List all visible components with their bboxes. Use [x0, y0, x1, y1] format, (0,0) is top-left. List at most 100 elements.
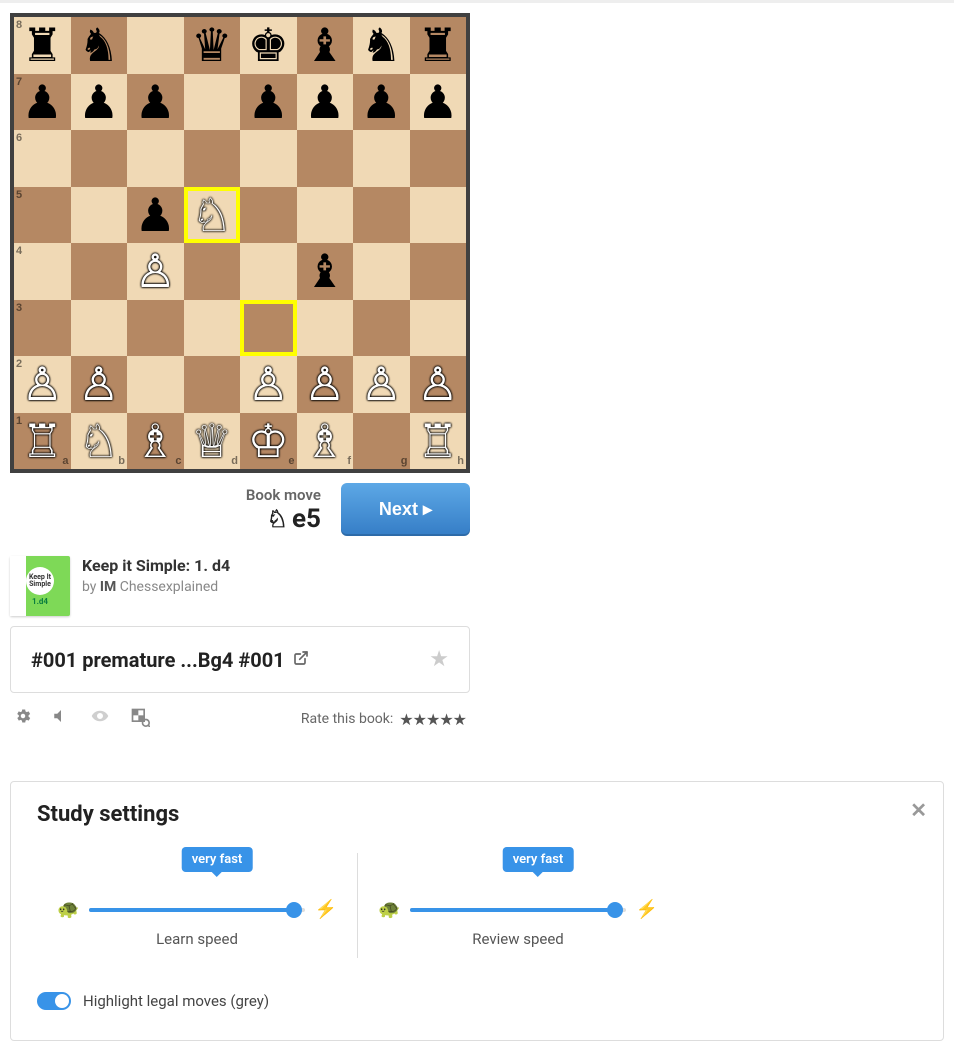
- square-e6[interactable]: [240, 130, 297, 187]
- square-c4[interactable]: ♙: [127, 243, 184, 300]
- square-c2[interactable]: [127, 356, 184, 413]
- rating-stars[interactable]: ★★★★★: [399, 710, 466, 729]
- book-cover[interactable]: Keep It Simple 1.d4: [10, 556, 70, 616]
- square-c8[interactable]: [127, 17, 184, 74]
- square-h7[interactable]: ♟: [410, 74, 467, 131]
- piece-bp: ♟: [304, 79, 345, 125]
- square-f6[interactable]: [297, 130, 354, 187]
- square-g4[interactable]: [353, 243, 410, 300]
- square-a4[interactable]: 4: [14, 243, 71, 300]
- square-f3[interactable]: [297, 300, 354, 357]
- square-b4[interactable]: [71, 243, 128, 300]
- square-e7[interactable]: ♟: [240, 74, 297, 131]
- external-link-icon[interactable]: [293, 650, 309, 670]
- piece-bn: ♞: [361, 22, 402, 68]
- square-g7[interactable]: ♟: [353, 74, 410, 131]
- square-g5[interactable]: [353, 187, 410, 244]
- square-f1[interactable]: f♗: [297, 413, 354, 470]
- square-a2[interactable]: 2♙: [14, 356, 71, 413]
- square-e8[interactable]: ♚: [240, 17, 297, 74]
- book-title[interactable]: Keep it Simple: 1. d4: [82, 556, 230, 575]
- piece-bq: ♛: [191, 22, 232, 68]
- square-c6[interactable]: [127, 130, 184, 187]
- chapter-title: #001 premature ...Bg4 #001: [31, 648, 285, 672]
- square-c7[interactable]: ♟: [127, 74, 184, 131]
- square-g1[interactable]: g: [353, 413, 410, 470]
- square-c3[interactable]: [127, 300, 184, 357]
- square-c1[interactable]: c♗: [127, 413, 184, 470]
- piece-wq: ♕: [191, 418, 232, 464]
- learn-speed-slider[interactable]: [89, 908, 304, 912]
- square-h6[interactable]: [410, 130, 467, 187]
- study-settings-panel: ✕ Study settings very fast 🐢 ⚡ Learn spe…: [10, 781, 944, 1041]
- piece-bp: ♟: [248, 79, 289, 125]
- learn-speed-tag: very fast: [182, 847, 253, 872]
- square-g8[interactable]: ♞: [353, 17, 410, 74]
- review-speed-slider[interactable]: [410, 908, 625, 912]
- square-e3[interactable]: [240, 300, 297, 357]
- sound-icon[interactable]: [52, 707, 70, 731]
- square-a8[interactable]: 8♜: [14, 17, 71, 74]
- square-b6[interactable]: [71, 130, 128, 187]
- knight-icon: ♘: [266, 505, 288, 533]
- square-d7[interactable]: [184, 74, 241, 131]
- square-d3[interactable]: [184, 300, 241, 357]
- piece-wp: ♙: [22, 361, 63, 407]
- square-d5[interactable]: ♘: [184, 187, 241, 244]
- square-b1[interactable]: b♘: [71, 413, 128, 470]
- settings-heading: Study settings: [37, 802, 917, 827]
- square-f8[interactable]: ♝: [297, 17, 354, 74]
- square-b7[interactable]: ♟: [71, 74, 128, 131]
- book-header: Keep It Simple 1.d4 Keep it Simple: 1. d…: [10, 556, 470, 616]
- square-h1[interactable]: h♖: [410, 413, 467, 470]
- square-f2[interactable]: ♙: [297, 356, 354, 413]
- highlight-moves-label: Highlight legal moves (grey): [83, 992, 269, 1010]
- piece-bp: ♟: [361, 79, 402, 125]
- square-a3[interactable]: 3: [14, 300, 71, 357]
- square-a5[interactable]: 5: [14, 187, 71, 244]
- square-d6[interactable]: [184, 130, 241, 187]
- square-b2[interactable]: ♙: [71, 356, 128, 413]
- square-a1[interactable]: 1a♖: [14, 413, 71, 470]
- square-a7[interactable]: 7♟: [14, 74, 71, 131]
- review-speed-label: Review speed: [378, 930, 658, 948]
- square-h3[interactable]: [410, 300, 467, 357]
- square-b8[interactable]: ♞: [71, 17, 128, 74]
- square-g2[interactable]: ♙: [353, 356, 410, 413]
- piece-wp: ♙: [135, 248, 176, 294]
- square-e2[interactable]: ♙: [240, 356, 297, 413]
- square-f4[interactable]: ♝: [297, 243, 354, 300]
- square-b5[interactable]: [71, 187, 128, 244]
- square-d2[interactable]: [184, 356, 241, 413]
- square-c5[interactable]: ♟: [127, 187, 184, 244]
- gear-icon[interactable]: [14, 707, 32, 731]
- bookmark-star-icon[interactable]: ★: [429, 647, 449, 672]
- close-icon[interactable]: ✕: [910, 798, 927, 822]
- chess-board[interactable]: 8♜♞♛♚♝♞♜7♟♟♟♟♟♟♟65♟♘4♙♝32♙♙♙♙♙♙1a♖b♘c♗d♕…: [10, 13, 470, 473]
- square-g6[interactable]: [353, 130, 410, 187]
- eye-icon[interactable]: [90, 707, 110, 731]
- square-b3[interactable]: [71, 300, 128, 357]
- square-e1[interactable]: e♔: [240, 413, 297, 470]
- square-h5[interactable]: [410, 187, 467, 244]
- piece-wk: ♔: [248, 418, 289, 464]
- square-e5[interactable]: [240, 187, 297, 244]
- highlight-moves-toggle[interactable]: [37, 992, 71, 1010]
- book-author[interactable]: by IM Chessexplained: [82, 579, 230, 595]
- square-h2[interactable]: ♙: [410, 356, 467, 413]
- square-h8[interactable]: ♜: [410, 17, 467, 74]
- square-g3[interactable]: [353, 300, 410, 357]
- piece-wn: ♘: [78, 418, 119, 464]
- square-f7[interactable]: ♟: [297, 74, 354, 131]
- analysis-board-icon[interactable]: [130, 707, 150, 731]
- next-button[interactable]: Next ▸: [341, 483, 470, 536]
- piece-bp: ♟: [417, 79, 458, 125]
- square-d4[interactable]: [184, 243, 241, 300]
- square-a6[interactable]: 6: [14, 130, 71, 187]
- piece-br: ♜: [417, 22, 458, 68]
- square-d8[interactable]: ♛: [184, 17, 241, 74]
- square-d1[interactable]: d♕: [184, 413, 241, 470]
- square-e4[interactable]: [240, 243, 297, 300]
- square-h4[interactable]: [410, 243, 467, 300]
- square-f5[interactable]: [297, 187, 354, 244]
